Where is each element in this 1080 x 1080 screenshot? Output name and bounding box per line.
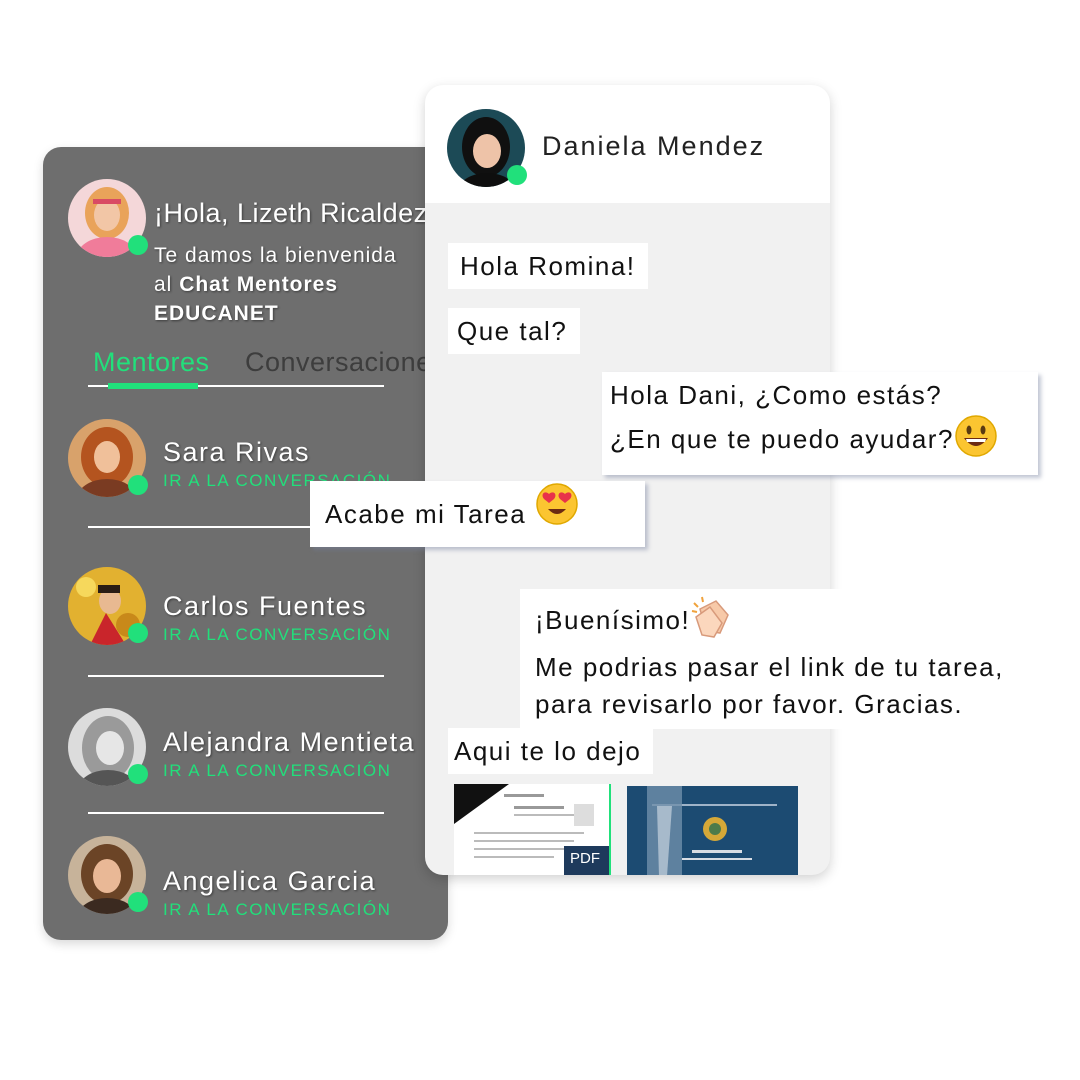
contact-name: Daniela Mendez [542, 131, 766, 161]
online-status-dot [128, 623, 148, 643]
online-status-dot [507, 165, 527, 185]
online-status-dot [128, 475, 148, 495]
brand-name: EDUCANET [154, 302, 279, 325]
message-received: Que tal? [448, 308, 581, 354]
welcome-line-3: EDUCANET [154, 299, 397, 328]
message-line: para revisarlo por favor. Gracias. [535, 689, 964, 719]
chat-header: Daniela Mendez [425, 85, 830, 203]
message-text: Acabe mi Tarea [325, 499, 527, 529]
message-text: ¡Buenísimo! [535, 604, 691, 635]
message-line: Hola Dani, ¿Como estás? [610, 380, 943, 410]
go-to-conversation-link[interactable]: IR A LA CONVERSACIÓN [163, 625, 391, 645]
heart-eyes-emoji-icon [535, 482, 579, 550]
tab-conversaciones[interactable]: Conversaciones [245, 347, 446, 378]
message-received: Hola Romina! [448, 243, 648, 289]
message-sent: ¡Buenísimo! Me podrias pasar el link de … [520, 589, 1055, 729]
list-divider [88, 675, 384, 677]
message-received: Acabe mi Tarea [310, 481, 645, 547]
pdf-attachment[interactable]: PDF [454, 784, 611, 875]
message-line: ¡Buenísimo! [535, 595, 1055, 649]
welcome-line-2-prefix: al [154, 273, 180, 296]
contact-avatar [447, 109, 527, 187]
message-received: Aqui te lo dejo [448, 728, 654, 774]
mentor-avatar-angelica[interactable] [68, 836, 148, 914]
online-status-dot [128, 235, 148, 255]
go-to-conversation-link[interactable]: IR A LA CONVERSACIÓN [163, 900, 391, 920]
message-sent: Hola Dani, ¿Como estás? ¿En que te puedo… [602, 372, 1038, 475]
mentor-avatar-sara[interactable] [68, 419, 148, 497]
message-line: Me podrias pasar el link de tu tarea, [535, 652, 1004, 682]
smiley-emoji-icon [954, 414, 998, 468]
user-avatar [68, 179, 148, 257]
mentor-avatar-carlos[interactable] [68, 567, 148, 645]
online-status-dot [128, 764, 148, 784]
welcome-text: Te damos la bienvenida al Chat Mentores … [154, 241, 397, 328]
mentor-name[interactable]: Sara Rivas [163, 437, 310, 468]
active-tab-indicator [108, 383, 198, 389]
mentor-name[interactable]: Angelica Garcia [163, 866, 376, 897]
list-divider [88, 812, 384, 814]
go-to-conversation-link[interactable]: IR A LA CONVERSACIÓN [163, 761, 391, 781]
message-line: ¿En que te puedo ayudar? [610, 414, 1038, 468]
message-text: ¿En que te puedo ayudar? [610, 423, 954, 454]
mentor-name[interactable]: Carlos Fuentes [163, 591, 367, 622]
tab-mentores[interactable]: Mentores [93, 347, 210, 378]
welcome-line-1: Te damos la bienvenida [154, 244, 397, 267]
greeting-title: ¡Hola, Lizeth Ricaldez [154, 198, 428, 228]
image-attachment[interactable] [627, 786, 798, 875]
mentor-name[interactable]: Alejandra Mentieta [163, 727, 415, 758]
online-status-dot [128, 892, 148, 912]
pdf-icon: PDF [570, 850, 600, 867]
welcome-line-2: al Chat Mentores [154, 270, 397, 299]
clapping-hands-emoji-icon [690, 595, 734, 649]
app-name: Chat Mentores [179, 273, 339, 296]
mentor-avatar-alejandra[interactable] [68, 708, 148, 786]
